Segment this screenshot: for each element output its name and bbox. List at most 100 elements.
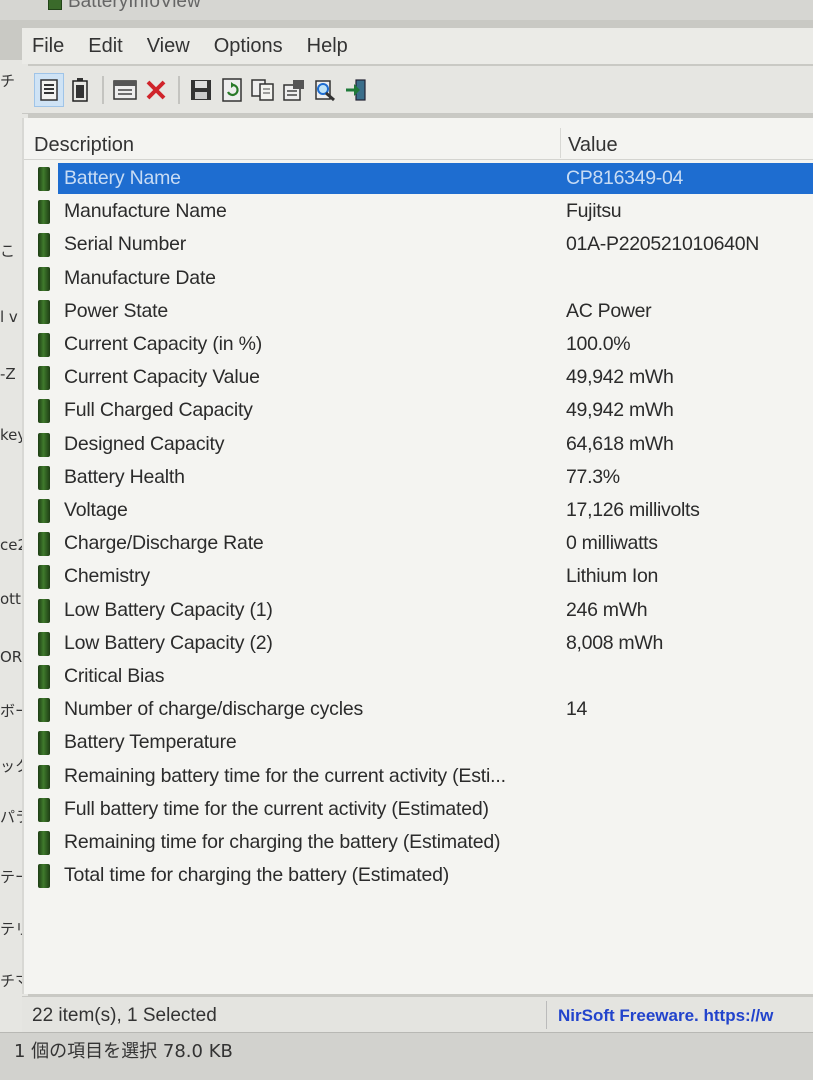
item-description: Designed Capacity [64,432,225,455]
battery-icon [38,731,50,756]
item-description: Voltage [64,499,128,521]
item-value: 64,618 mWh [566,432,674,455]
list-item[interactable]: Current Capacity (in %) 100.0% [24,328,813,361]
list-item[interactable]: Critical Bias [24,660,813,693]
list-header: Description Value [24,124,813,160]
list-item[interactable]: Battery Health 77.3% [24,461,813,494]
battery-info-list[interactable]: Description Value Battery Name CP816349-0… [22,118,813,994]
list-item[interactable]: Serial Number 01A-P220521010640N [24,228,813,261]
item-value: 77.3% [566,465,620,488]
save-icon [191,79,211,100]
menu-file[interactable]: File [32,35,64,58]
battery-icon [38,432,50,457]
item-description: Manufacture Name [64,200,227,223]
item-description: Current Capacity (in %) [64,333,263,355]
list-item[interactable]: Power State AC Power [24,295,813,328]
properties-button[interactable] [34,72,64,107]
battery-info-button[interactable] [65,73,95,107]
battery-icon [38,200,50,225]
list-item[interactable]: Number of charge/discharge cycles 14 [24,693,813,726]
menu-edit[interactable]: Edit [88,35,122,58]
battery-icon [38,797,50,822]
column-divider[interactable] [560,128,561,158]
nirsoft-link[interactable]: NirSoft Freeware. https://w [558,1006,773,1026]
list-item[interactable]: Voltage 17,126 millivolts [24,494,813,527]
battery-icon [38,565,50,590]
refresh-icon [222,77,242,102]
item-description: Number of charge/discharge cycles [64,698,364,721]
find-button[interactable] [310,73,340,107]
menu-view[interactable]: View [147,35,190,58]
item-value: Fujitsu [566,200,622,223]
item-description: Manufacture Date [64,266,216,289]
battery-info-icon [72,77,88,102]
battery-icon [38,831,50,855]
item-count-status: 22 item(s), 1 Selected [32,1005,217,1026]
list-item[interactable]: Charge/Discharge Rate 0 milliwatts [24,527,813,560]
list-item[interactable]: Low Battery Capacity (1) 246 mWh [24,594,813,627]
save-button[interactable] [186,73,216,107]
item-value: 14 [566,698,588,721]
properties-icon [40,78,58,101]
battery-icon [38,864,50,889]
refresh-button[interactable] [217,73,247,107]
item-value: Lithium Ion [566,565,659,588]
item-description: Battery Temperature [64,731,237,754]
battery-icon [38,698,50,723]
item-description: Total time for charging the battery (Est… [64,864,450,887]
toolbar-separator [102,75,104,104]
list-item[interactable]: Current Capacity Value 49,942 mWh [24,361,813,394]
list-item[interactable]: Battery Temperature [24,726,813,759]
battery-icon [38,764,50,789]
list-item[interactable]: Remaining battery time for the current a… [24,760,813,793]
list-item[interactable]: Total time for charging the battery (Est… [24,859,813,892]
item-value: 49,942 mWh [566,399,674,422]
window-title: BatteryInfoView [68,0,201,12]
list-item[interactable]: Designed Capacity 64,618 mWh [24,428,813,461]
list-item[interactable]: Full battery time for the current activi… [24,793,813,826]
list-item[interactable]: Manufacture Date [24,262,813,295]
title-bar: BatteryInfoView [0,0,813,20]
column-header-description[interactable]: Description [34,134,134,157]
background-text-fragment: l v [0,308,18,326]
background-text-fragment: こ [0,242,16,260]
item-description: Full battery time for the current activi… [64,797,489,820]
column-header-value[interactable]: Value [568,134,618,157]
copy-icon [251,78,274,101]
explorer-status-bar: 1 個の項目を選択 78.0 KB [0,1032,813,1080]
menu-help[interactable]: Help [307,35,348,58]
item-value: 246 mWh [566,598,648,621]
list-item[interactable]: Low Battery Capacity (2) 8,008 mWh [24,627,813,660]
toolbar-separator [178,75,180,104]
menu-bar: File Edit View Options Help [22,28,813,64]
html-report-button[interactable] [279,73,309,107]
list-item[interactable]: Chemistry Lithium Ion [24,560,813,593]
background-text-fragment: -Z [0,365,16,383]
battery-icon [38,465,50,490]
delete-button[interactable] [141,73,171,107]
app-battery-icon [48,0,62,10]
battery-icon [38,598,50,623]
battery-icon [38,333,50,357]
item-value: 01A-P220521010640N [566,233,760,256]
item-value: 17,126 millivolts [566,499,700,521]
copy-button[interactable] [248,73,278,107]
list-item[interactable]: Full Charged Capacity 49,942 mWh [24,394,813,427]
battery-icon [38,299,50,324]
find-icon [315,79,335,101]
item-description: Full Charged Capacity [64,399,253,422]
list-item[interactable]: Battery Name CP816349-04 [24,162,813,195]
item-description: Power State [64,299,169,322]
item-description: Remaining battery time for the current a… [64,764,506,787]
list-item[interactable]: Manufacture Name Fujitsu [24,195,813,228]
log-window-button[interactable] [110,73,140,107]
list-item[interactable]: Remaining time for charging the battery … [24,826,813,859]
battery-icon [38,233,50,258]
item-description: Chemistry [64,565,150,588]
exit-button[interactable] [341,73,371,107]
item-description: Serial Number [64,233,187,256]
battery-icon [38,399,50,424]
menu-options[interactable]: Options [214,35,283,58]
delete-x-icon [146,80,166,99]
background-text-fragment: チ [0,72,16,90]
